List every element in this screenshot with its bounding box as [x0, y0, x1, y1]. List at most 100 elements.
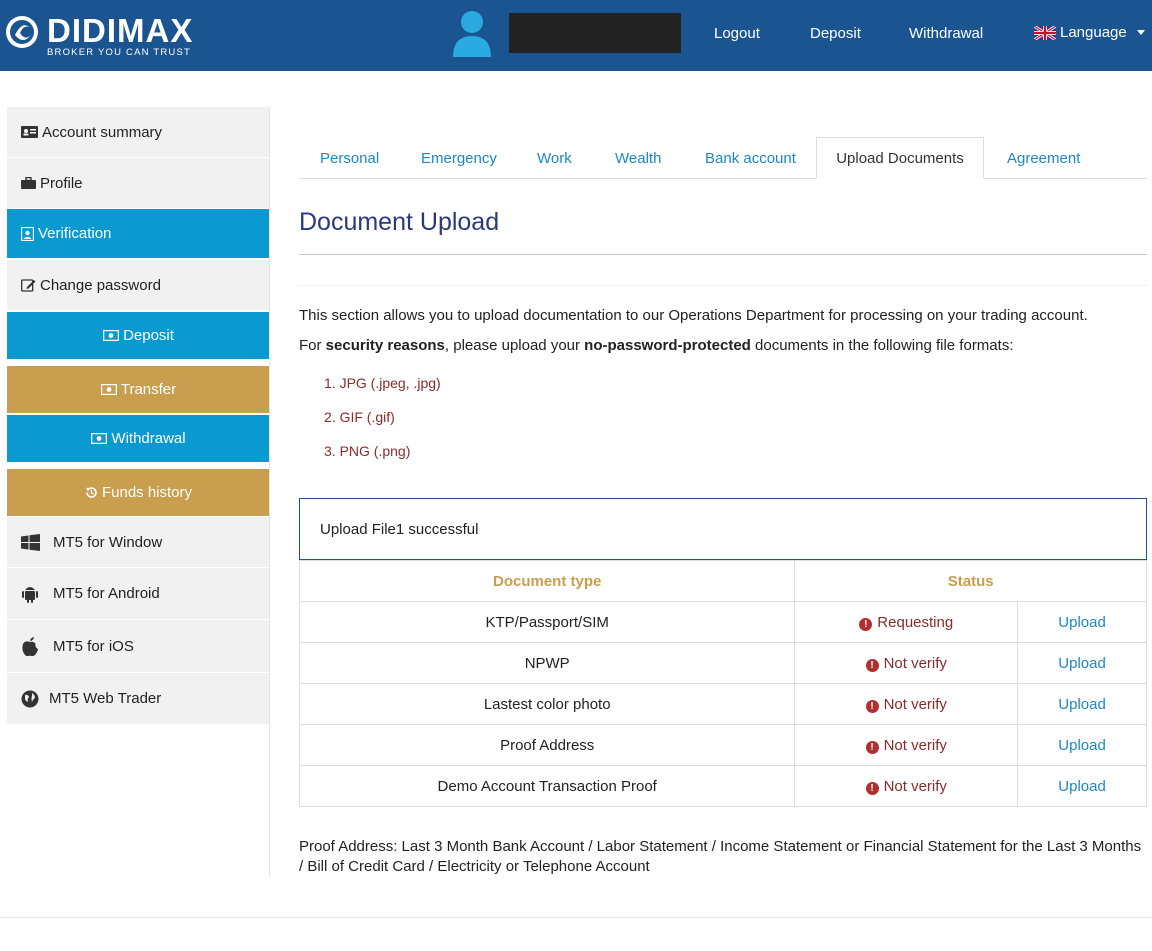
formats-instruction: For security reasons, please upload your… [299, 337, 1013, 354]
history-icon [85, 487, 97, 498]
sidebar-item-label: MT5 for Android [53, 585, 160, 602]
money-icon [91, 433, 108, 444]
sidebar-item-change-password[interactable]: Change password [7, 260, 270, 311]
exclamation-icon: ! [865, 781, 879, 795]
sidebar-item-withdrawal[interactable]: Withdrawal [7, 415, 270, 463]
table-row: Demo Account Transaction Proof ! Not veri… [298, 765, 1147, 807]
status-text: Not verify [883, 654, 947, 672]
sidebar-item-label: Withdrawal [111, 430, 186, 447]
format-item: 2. GIF (.gif) [324, 409, 395, 425]
alert-message: Upload File1 successful [320, 520, 479, 538]
sidebar-item-mt5-window[interactable]: MT5 for Window [7, 517, 270, 568]
sidebar-item-verification[interactable]: Verification [7, 209, 270, 259]
action-cell: Upload [1017, 642, 1147, 684]
format-item: 3. PNG (.png) [324, 443, 411, 459]
upload-link[interactable]: Upload [1058, 737, 1106, 754]
tab-personal[interactable]: Personal [320, 150, 379, 167]
formats-bold-1: security reasons [325, 337, 445, 354]
sidebar-item-label: Change password [40, 276, 161, 294]
action-cell: Upload [1017, 683, 1147, 725]
sidebar-item-label: MT5 Web Trader [49, 690, 162, 707]
formats-bold-2: no-password-protected [584, 337, 751, 354]
formats-text-3: documents in the following file formats: [750, 337, 1014, 354]
tab-emergency[interactable]: Emergency [421, 150, 497, 167]
sidebar-item-mt5-android[interactable]: MT5 for Android [7, 568, 270, 620]
status-cell: ! Not verify [794, 724, 1019, 766]
logout-link[interactable]: Logout [714, 25, 760, 42]
android-icon [22, 586, 38, 603]
action-cell: Upload [1017, 765, 1147, 807]
language-dropdown[interactable]: Language [1034, 24, 1145, 41]
footer-divider [0, 917, 1152, 918]
user-badge-icon [21, 226, 34, 241]
action-cell: Upload [1017, 601, 1147, 643]
user-avatar-icon[interactable] [451, 9, 493, 57]
uk-flag-icon [1034, 25, 1056, 40]
document-type-cell: NPWP [298, 642, 796, 684]
sidebar-item-deposit[interactable]: Deposit [7, 312, 270, 360]
table-row: Proof Address ! Not verify Upload [298, 724, 1147, 766]
upload-link[interactable]: Upload [1058, 696, 1106, 713]
column-header-document-type: Document type [298, 560, 796, 602]
logo-tagline: BROKER YOU CAN TRUST [47, 47, 192, 58]
withdrawal-link[interactable]: Withdrawal [909, 25, 983, 42]
upload-link[interactable]: Upload [1058, 778, 1106, 795]
id-card-icon [21, 126, 38, 138]
sidebar-item-mt5-web-trader[interactable]: MT5 Web Trader [7, 673, 270, 725]
document-type-cell: KTP/Passport/SIM [298, 601, 796, 643]
upload-success-alert: Upload File1 successful [299, 498, 1147, 560]
chevron-down-icon [1136, 30, 1145, 35]
edit-icon [21, 279, 36, 292]
column-header-status: Status [794, 560, 1147, 602]
status-cell: ! Not verify [794, 683, 1019, 725]
tab-bank-account[interactable]: Bank account [705, 150, 796, 167]
title-divider [299, 254, 1147, 255]
formats-text-1: For [299, 337, 326, 354]
sidebar-item-label: Funds history [101, 484, 193, 501]
status-text: Not verify [883, 736, 947, 754]
document-type-cell: Demo Account Transaction Proof [298, 765, 796, 807]
money-icon [100, 384, 117, 395]
deposit-link[interactable]: Deposit [810, 25, 861, 42]
apple-icon [22, 636, 38, 656]
exclamation-icon: ! [865, 740, 879, 754]
status-text: Requesting [877, 613, 954, 631]
upload-link[interactable]: Upload [1058, 655, 1106, 672]
sidebar-item-funds-history[interactable]: Funds history [7, 469, 270, 517]
documents-table: Document type Status KTP/Passport/SIM ! R… [298, 560, 1147, 807]
tab-upload-documents[interactable]: Upload Documents [816, 137, 984, 179]
sidebar-item-mt5-ios[interactable]: MT5 for iOS [7, 620, 270, 673]
upload-link[interactable]: Upload [1058, 614, 1106, 631]
exclamation-icon: ! [865, 699, 879, 713]
table-row: KTP/Passport/SIM ! Requesting Upload [298, 601, 1147, 643]
sidebar-item-label: Verification [38, 225, 112, 242]
status-text: Not verify [883, 695, 947, 713]
proof-address-note: Proof Address: Last 3 Month Bank Account… [299, 838, 1142, 875]
tabs-divider [299, 178, 1147, 179]
document-type-cell: Lastest color photo [298, 683, 796, 725]
formats-text-2: , please upload your [444, 337, 585, 354]
language-label: Language [1060, 24, 1127, 41]
table-row: Lastest color photo ! Not verify Upload [298, 683, 1147, 725]
sidebar-divider [269, 107, 270, 877]
sidebar-item-label: Profile [40, 174, 83, 192]
tab-work[interactable]: Work [537, 150, 572, 167]
intro-text: This section allows you to upload docume… [299, 307, 1088, 324]
status-text: Not verify [883, 777, 947, 795]
tab-wealth[interactable]: Wealth [615, 150, 661, 167]
sidebar-item-transfer[interactable]: Transfer [7, 366, 270, 414]
section-divider [299, 285, 1147, 286]
sidebar-item-label: MT5 for Window [53, 533, 163, 551]
user-name-redacted [509, 13, 681, 53]
status-cell: ! Not verify [794, 642, 1019, 684]
status-cell: ! Requesting [794, 601, 1019, 643]
sidebar-item-label: MT5 for iOS [53, 637, 134, 655]
logo-text: DIDIMAX [47, 12, 194, 49]
sidebar-item-account-summary[interactable]: Account summary [7, 107, 270, 158]
top-bar: DIDIMAX BROKER YOU CAN TRUST Logout Depo… [0, 0, 1152, 71]
sidebar-item-profile[interactable]: Profile [7, 158, 270, 209]
sidebar-item-label: Transfer [120, 381, 177, 398]
sidebar-item-label: Deposit [123, 327, 174, 344]
globe-icon [21, 690, 39, 707]
tab-agreement[interactable]: Agreement [1007, 150, 1080, 167]
